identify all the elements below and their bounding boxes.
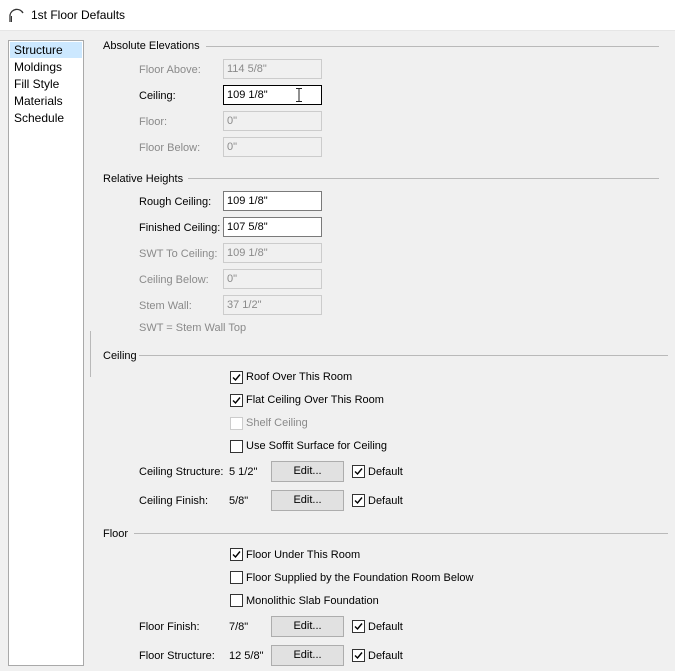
floor-under-label[interactable]: Floor Under This Room — [246, 549, 360, 561]
checkmark-icon — [354, 623, 363, 631]
ceiling-structure-default-label[interactable]: Default — [368, 466, 403, 478]
ceiling-finish-label: Ceiling Finish: — [139, 495, 209, 507]
stem-wall-label: Stem Wall: — [139, 300, 192, 312]
group-divider — [188, 178, 659, 179]
soffit-surface-label[interactable]: Use Soffit Surface for Ceiling — [246, 440, 387, 452]
floor-field: 0" — [223, 111, 322, 131]
ceiling-structure-default-checkbox[interactable] — [352, 465, 365, 478]
rough-ceiling-label: Rough Ceiling: — [139, 196, 212, 208]
text-cursor-icon — [296, 88, 302, 102]
checkmark-icon — [354, 497, 363, 505]
monolithic-slab-checkbox[interactable] — [230, 594, 243, 607]
splitter-handle[interactable] — [90, 331, 91, 377]
ceiling-structure-value: 5 1/2" — [229, 466, 258, 478]
floor-above-field: 114 5/8" — [223, 59, 322, 79]
floor-finish-default-checkbox[interactable] — [352, 620, 365, 633]
nav-item-schedule[interactable]: Schedule — [10, 110, 82, 126]
ceiling-finish-value: 5/8" — [229, 495, 249, 507]
shelf-ceiling-label: Shelf Ceiling — [246, 417, 308, 429]
nav-item-fill-style[interactable]: Fill Style — [10, 76, 82, 92]
ceiling-field-value: 109 1/8" — [227, 89, 268, 101]
floor-structure-default-checkbox[interactable] — [352, 649, 365, 662]
group-divider — [134, 533, 668, 534]
finished-ceiling-label: Finished Ceiling: — [139, 222, 221, 234]
floor-finish-edit-button[interactable]: Edit... — [271, 616, 344, 637]
ceiling-finish-default-checkbox[interactable] — [352, 494, 365, 507]
nav-item-moldings[interactable]: Moldings — [10, 59, 82, 75]
floor-finish-value: 7/8" — [229, 621, 249, 633]
ceiling-structure-label: Ceiling Structure: — [139, 466, 224, 478]
ceiling-label: Ceiling: — [139, 90, 176, 102]
floor-finish-default-label[interactable]: Default — [368, 621, 403, 633]
floor-structure-value: 12 5/8" — [229, 650, 264, 662]
floor-structure-edit-button[interactable]: Edit... — [271, 645, 344, 666]
group-divider — [206, 46, 659, 47]
floor-structure-label: Floor Structure: — [139, 650, 215, 662]
stem-wall-field: 37 1/2" — [223, 295, 322, 315]
finished-ceiling-field[interactable]: 107 5/8" — [223, 217, 322, 237]
floor-below-field: 0" — [223, 137, 322, 157]
swt-to-ceiling-label: SWT To Ceiling: — [139, 248, 218, 260]
ceiling-structure-edit-button[interactable]: Edit... — [271, 461, 344, 482]
shelf-ceiling-checkbox — [230, 417, 243, 430]
flat-ceiling-label[interactable]: Flat Ceiling Over This Room — [246, 394, 384, 406]
monolithic-slab-label[interactable]: Monolithic Slab Foundation — [246, 595, 379, 607]
floor-below-label: Floor Below: — [139, 142, 201, 154]
flat-ceiling-checkbox[interactable] — [230, 394, 243, 407]
arch-icon — [9, 8, 24, 22]
floor-above-label: Floor Above: — [139, 64, 201, 76]
floor-supplied-label[interactable]: Floor Supplied by the Foundation Room Be… — [246, 572, 473, 584]
roof-over-checkbox[interactable] — [230, 371, 243, 384]
title-bar: 1st Floor Defaults — [0, 0, 675, 31]
category-list[interactable]: Structure Moldings Fill Style Materials … — [8, 40, 84, 666]
checkmark-icon — [232, 374, 241, 382]
checkmark-icon — [232, 397, 241, 405]
ceiling-field[interactable]: 109 1/8" — [223, 85, 322, 105]
swt-note: SWT = Stem Wall Top — [139, 322, 247, 334]
checkmark-icon — [354, 468, 363, 476]
nav-item-structure[interactable]: Structure — [10, 42, 82, 58]
relative-heights-title: Relative Heights — [103, 173, 184, 185]
nav-item-materials[interactable]: Materials — [10, 93, 82, 109]
checkmark-icon — [232, 551, 241, 559]
floor-finish-label: Floor Finish: — [139, 621, 200, 633]
soffit-surface-checkbox[interactable] — [230, 440, 243, 453]
floor-supplied-checkbox[interactable] — [230, 571, 243, 584]
roof-over-label[interactable]: Roof Over This Room — [246, 371, 352, 383]
ceiling-finish-edit-button[interactable]: Edit... — [271, 490, 344, 511]
checkmark-icon — [354, 652, 363, 660]
rough-ceiling-field[interactable]: 109 1/8" — [223, 191, 322, 211]
ceiling-below-label: Ceiling Below: — [139, 274, 209, 286]
absolute-elevations-title: Absolute Elevations — [103, 40, 200, 52]
window-title: 1st Floor Defaults — [31, 8, 126, 22]
swt-to-ceiling-field: 109 1/8" — [223, 243, 322, 263]
floor-structure-default-label[interactable]: Default — [368, 650, 403, 662]
floor-label: Floor: — [139, 116, 168, 128]
group-divider — [139, 355, 668, 356]
ceiling-below-field: 0" — [223, 269, 322, 289]
floor-group-title: Floor — [103, 528, 129, 540]
ceiling-finish-default-label[interactable]: Default — [368, 495, 403, 507]
floor-under-checkbox[interactable] — [230, 548, 243, 561]
ceiling-group-title: Ceiling — [103, 350, 137, 362]
